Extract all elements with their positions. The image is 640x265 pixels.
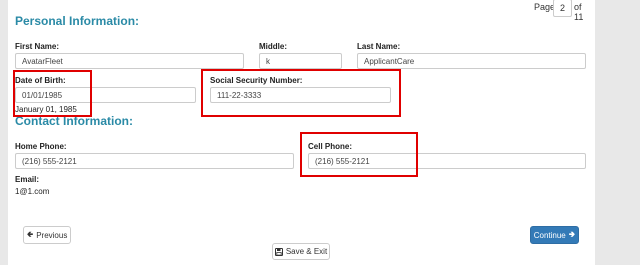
floppy-disk-icon bbox=[274, 247, 283, 256]
last-name-label: Last Name: bbox=[357, 42, 401, 51]
continue-button[interactable]: Continue 🢂 bbox=[530, 226, 579, 244]
first-name-label: First Name: bbox=[15, 42, 60, 51]
ssn-label: Social Security Number: bbox=[210, 76, 303, 85]
middle-field[interactable] bbox=[259, 53, 342, 69]
middle-label: Middle: bbox=[259, 42, 287, 51]
dob-field[interactable] bbox=[15, 87, 196, 103]
dob-formatted: January 01, 1985 bbox=[15, 105, 77, 114]
ssn-field[interactable] bbox=[210, 87, 391, 103]
home-phone-field[interactable] bbox=[15, 153, 294, 169]
cell-phone-field[interactable] bbox=[308, 153, 586, 169]
personal-info-title: Personal Information: bbox=[15, 14, 140, 28]
cell-phone-label: Cell Phone: bbox=[308, 142, 353, 151]
last-name-field[interactable] bbox=[357, 53, 586, 69]
email-label: Email: bbox=[15, 175, 40, 184]
arrow-right-icon: 🢂 bbox=[568, 230, 576, 239]
page-number-box[interactable]: 2 bbox=[553, 0, 572, 17]
home-phone-label: Home Phone: bbox=[15, 142, 67, 151]
save-exit-button-label: Save & Exit bbox=[285, 247, 328, 256]
page-prefix: Page bbox=[534, 2, 556, 12]
email-value: 1@1.com bbox=[15, 187, 50, 196]
previous-button[interactable]: 🢀 Previous bbox=[23, 226, 71, 244]
previous-button-label: Previous bbox=[36, 230, 68, 240]
page-total: of 11 bbox=[574, 2, 584, 22]
arrow-left-icon: 🢀 bbox=[26, 230, 34, 239]
dob-label: Date of Birth: bbox=[15, 76, 66, 85]
save-exit-button[interactable]: Save & Exit bbox=[272, 243, 330, 260]
continue-button-label: Continue bbox=[533, 230, 566, 240]
first-name-field[interactable] bbox=[15, 53, 244, 69]
contact-info-title: Contact Information: bbox=[15, 114, 133, 128]
form-panel bbox=[8, 0, 595, 265]
